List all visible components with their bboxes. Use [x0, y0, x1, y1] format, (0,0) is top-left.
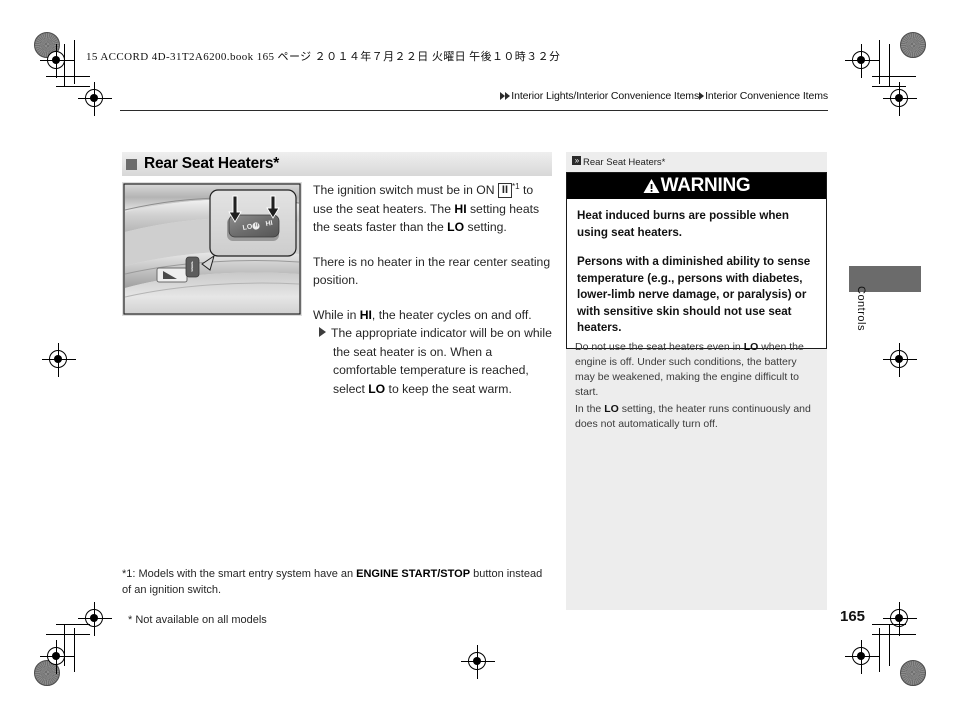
p1-footnote-marker: *1	[512, 182, 520, 191]
footnote-part-a: *1: Models with the smart entry system h…	[122, 568, 357, 580]
p1-lo-label: LO	[447, 220, 465, 234]
side-note-1: Do not use the seat heaters even in LO w…	[575, 340, 818, 400]
print-job-info-line: 15 ACCORD 4D-31T2A6200.book 165 ページ ２０１４…	[86, 51, 561, 63]
trim-bracket-bl-h1	[46, 634, 90, 635]
warning-paragraph-1: Heat induced burns are possible when usi…	[577, 209, 789, 239]
body-text-column: The ignition switch must be in ON II *1 t…	[313, 178, 553, 398]
p3-hi-label: HI	[359, 307, 372, 322]
breadcrumb-arrow-icon-2	[505, 92, 511, 100]
header-divider	[120, 110, 828, 111]
warning-paragraph-2: Persons with a diminished ability to sen…	[577, 255, 811, 334]
note2-lo-label: LO	[604, 403, 619, 415]
warning-header: WARNING	[567, 173, 826, 199]
trim-bracket-tr-v2	[889, 44, 890, 86]
not-available-note: * Not available on all models	[128, 614, 267, 626]
trim-bracket-bl-v1	[74, 628, 75, 672]
breadcrumb-part-1: Interior Lights/Interior Convenience Ite…	[511, 90, 700, 102]
note2-part-a: In the	[575, 403, 605, 415]
trim-bracket-tr-h2	[872, 86, 906, 87]
section-bullet-icon	[126, 158, 137, 170]
paragraph-ignition: The ignition switch must be in ON II *1 t…	[313, 178, 553, 237]
note1-lo-label: LO	[743, 341, 759, 353]
trim-bracket-br-v1	[879, 628, 880, 672]
p3-part-b: , the heater cycles on and off.	[371, 307, 532, 322]
bullet-part-b: to keep the seat warm.	[385, 381, 512, 396]
trim-bracket-tl-v1	[74, 40, 75, 84]
page-title: Rear Seat Heaters*	[144, 155, 280, 172]
print-density-dot-bottom-right	[900, 660, 926, 686]
trim-bracket-bl-v2	[64, 624, 65, 666]
registration-mark-bottom-left-inner	[78, 602, 112, 636]
p1-hi-label: HI	[454, 201, 467, 216]
warning-triangle-icon	[643, 178, 660, 194]
seat-heater-switch-on-door	[185, 256, 200, 278]
switch-label-hi: HI	[265, 220, 273, 228]
breadcrumb: Interior Lights/Interior Convenience Ite…	[500, 90, 828, 102]
print-density-dot-top-left	[34, 32, 60, 58]
side-reference-panel: » Rear Seat Heaters* WARNING Heat induced…	[566, 152, 827, 610]
registration-mark-top-right	[845, 44, 879, 78]
trim-bracket-tl-h1	[46, 76, 90, 77]
trim-bracket-tr-v1	[879, 40, 880, 84]
ignition-mode-key-icon: II	[497, 183, 513, 198]
footnote-block: *1: Models with the smart entry system h…	[122, 566, 552, 628]
trim-bracket-br-v2	[889, 624, 890, 666]
note1-part-a: Do not use the seat heaters even in	[575, 341, 744, 353]
p3-part-a: While in	[313, 307, 360, 322]
bullet-lo-label: LO	[368, 381, 386, 396]
registration-mark-top-right-inner	[883, 82, 917, 116]
trim-bracket-bl-h2	[56, 624, 90, 625]
window-switch-graphic	[156, 267, 188, 283]
warning-body: Heat induced burns are possible when usi…	[567, 199, 826, 348]
section-header: Rear Seat Heaters*	[122, 152, 552, 176]
seat-heater-illustration: LO HI	[122, 182, 302, 316]
registration-mark-top-left-inner	[78, 82, 112, 116]
p1-part-d: setting.	[464, 220, 507, 234]
thumb-tab-label: Controls	[855, 286, 867, 331]
registration-mark-right-middle	[883, 343, 917, 377]
bullet-indicator-note: The appropriate indicator will be on whi…	[313, 324, 553, 398]
double-arrow-icon: »	[572, 156, 581, 165]
side-reference-label: Rear Seat Heaters*	[583, 157, 666, 168]
breadcrumb-part-2: Interior Convenience Items	[705, 90, 828, 102]
bullet-arrow-icon	[319, 327, 326, 337]
trim-bracket-tl-h2	[56, 86, 90, 87]
p1-part-a: The ignition switch must be in ON	[313, 183, 498, 197]
warning-title: WARNING	[660, 175, 751, 196]
switch-callout-bubble: LO HI	[209, 189, 297, 257]
registration-mark-left-middle	[42, 343, 76, 377]
page-number: 165	[840, 608, 866, 625]
print-density-dot-bottom-left	[34, 660, 60, 686]
paragraph-hi-cycling: While in HI, the heater cycles on and of…	[313, 306, 553, 399]
registration-mark-bottom-right	[845, 640, 879, 674]
registration-mark-bottom-center	[461, 645, 495, 679]
side-reference-link[interactable]: » Rear Seat Heaters*	[572, 156, 665, 168]
print-density-dot-top-right	[900, 32, 926, 58]
warning-box: WARNING Heat induced burns are possible …	[566, 172, 827, 349]
door-panel-drawing: LO HI	[122, 182, 302, 316]
side-note-2: In the LO setting, the heater runs conti…	[575, 402, 818, 432]
breadcrumb-arrow-icon-3	[699, 92, 705, 100]
paragraph-no-center-heater: There is no heater in the rear center se…	[313, 254, 551, 288]
trim-bracket-tl-v2	[64, 44, 65, 86]
footnote-bold-term: ENGINE START/STOP	[356, 568, 471, 580]
